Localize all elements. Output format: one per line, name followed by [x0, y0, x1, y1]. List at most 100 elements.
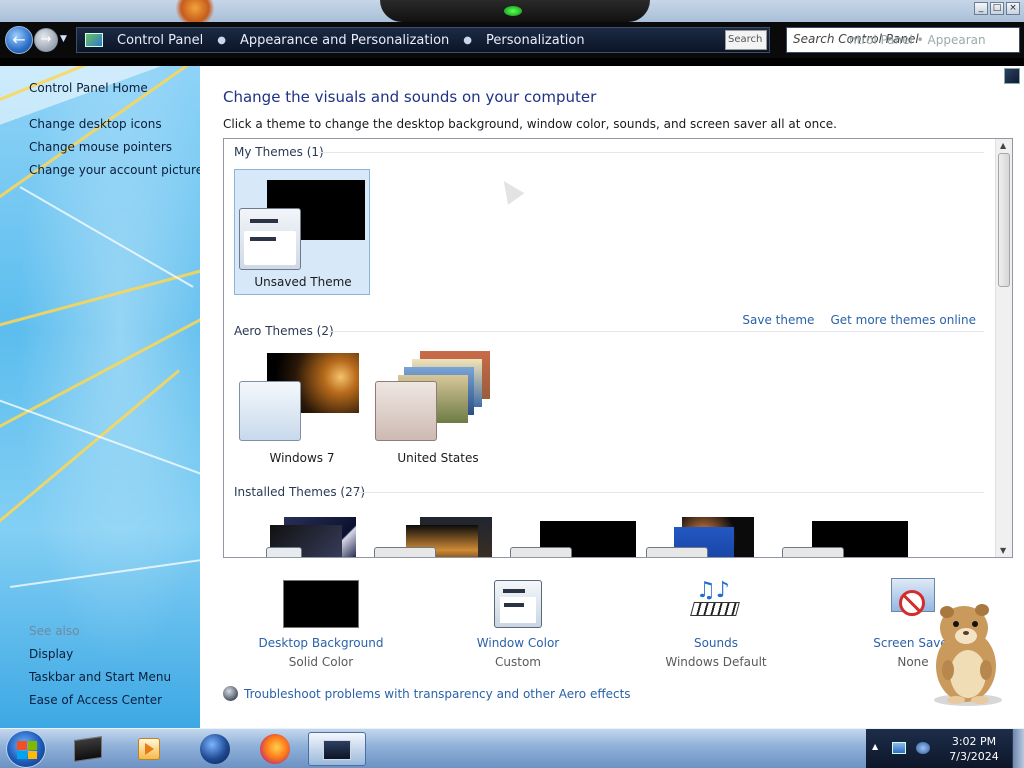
control-panel-home-link[interactable]: Control Panel Home [29, 81, 148, 95]
tile-value: Custom [495, 655, 541, 669]
save-theme-link[interactable]: Save theme [742, 313, 814, 327]
theme-window-preview [239, 208, 301, 270]
group-divider [319, 152, 984, 153]
breadcrumb-separator-icon[interactable]: ● [217, 35, 226, 46]
theme-list-scrollbar[interactable]: ▲ ▼ [995, 139, 1012, 557]
breadcrumb-personalization[interactable]: Personalization [486, 33, 585, 48]
breadcrumb-separator-icon[interactable]: ● [463, 35, 472, 46]
theme-actions: Save theme Get more themes online [742, 313, 976, 327]
media-player-icon[interactable] [126, 732, 170, 766]
tile-label[interactable]: Desktop Background [241, 636, 401, 650]
recent-pages-dropdown[interactable]: ▼ [60, 34, 67, 44]
search-input[interactable]: Search Control Panel ntrol Panel • Appea… [786, 27, 1020, 53]
group-heading-installed-themes: Installed Themes (27) [234, 485, 365, 499]
task-pane: Control Panel Home Change desktop icons … [0, 66, 200, 728]
theme-windows-7[interactable]: Windows 7 [234, 349, 370, 469]
change-mouse-pointers-link[interactable]: Change mouse pointers [29, 140, 172, 154]
group-heading-my-themes: My Themes (1) [234, 145, 324, 159]
theme-united-states[interactable]: United States [370, 349, 506, 469]
theme-installed-3[interactable] [506, 505, 642, 557]
theme-window-preview [782, 547, 844, 557]
forward-button[interactable]: → [34, 28, 58, 52]
breadcrumb-appearance[interactable]: Appearance and Personalization [240, 33, 449, 48]
group-divider [349, 492, 984, 493]
ease-of-access-link[interactable]: Ease of Access Center [29, 693, 162, 707]
window-controls: _ □ × [974, 2, 1020, 15]
command-prompt-icon[interactable] [66, 732, 110, 766]
control-panel-icon [85, 33, 103, 47]
sounds-icon: ♫♪ [636, 578, 796, 626]
page-title: Change the visuals and sounds on your co… [223, 88, 597, 106]
page-intro: Click a theme to change the desktop back… [223, 117, 837, 131]
desktop-background-icon [241, 578, 401, 628]
personalization-window-icon[interactable] [308, 732, 366, 766]
group-divider [329, 331, 984, 332]
window-color-tile[interactable]: Window Color Custom [438, 578, 598, 669]
wallpaper-streak [0, 369, 181, 539]
see-also-heading: See also [29, 624, 80, 638]
volume-icon[interactable] [916, 742, 930, 754]
scroll-down-icon[interactable]: ▼ [1000, 546, 1006, 555]
show-hidden-icons-icon[interactable]: ▲ [872, 742, 878, 751]
start-button[interactable] [6, 730, 46, 768]
get-more-themes-link[interactable]: Get more themes online [830, 313, 976, 327]
show-desktop-button[interactable] [1012, 729, 1024, 768]
desktop-background-tile[interactable]: Desktop Background Solid Color [241, 578, 401, 669]
group-heading-label: Aero Themes (2) [234, 324, 334, 338]
system-tray: ▲ 3:02 PM 7/3/2024 [866, 729, 1024, 768]
breadcrumb[interactable]: Control Panel ● Appearance and Personali… [76, 27, 770, 53]
taskbar-start-menu-link[interactable]: Taskbar and Start Menu [29, 670, 171, 684]
title-bar-notch [380, 0, 650, 22]
title-bar-decoration [175, 0, 219, 22]
display-link[interactable]: Display [29, 647, 73, 661]
window-color-icon [438, 578, 598, 628]
troubleshoot-link[interactable]: Troubleshoot problems with transparency … [223, 686, 631, 701]
hamster-mascot-icon [934, 604, 1002, 706]
scrollbar-thumb[interactable] [998, 153, 1010, 287]
theme-window-preview [646, 547, 708, 557]
indicator-light-icon [504, 6, 522, 16]
search-ghost-text: ntrol Panel • Appearan [849, 33, 986, 47]
tile-value: Windows Default [665, 655, 767, 669]
back-button[interactable]: ← [5, 26, 33, 54]
theme-window-preview [375, 381, 437, 441]
theme-label: United States [397, 451, 479, 465]
theme-installed-5[interactable] [778, 505, 914, 557]
globe-icon[interactable] [192, 732, 236, 766]
tile-value: Solid Color [288, 655, 354, 669]
theme-list[interactable]: My Themes (1) Unsaved Theme Save theme G… [223, 138, 1013, 558]
theme-unsaved[interactable]: Unsaved Theme [234, 169, 370, 295]
group-heading-aero-themes: Aero Themes (2) [234, 324, 334, 338]
windows-logo-icon [17, 741, 37, 759]
close-button[interactable]: × [1006, 2, 1020, 15]
wallpaper-streak [9, 555, 200, 588]
troubleshoot-label[interactable]: Troubleshoot problems with transparency … [244, 687, 631, 701]
scroll-up-icon[interactable]: ▲ [1000, 141, 1006, 150]
theme-installed-4[interactable] [642, 505, 778, 557]
wallpaper-streak [19, 186, 194, 288]
help-icon[interactable] [1004, 68, 1020, 84]
theme-label: Unsaved Theme [254, 275, 352, 289]
refresh-button[interactable]: Search [725, 30, 767, 50]
personalization-main: Change the visuals and sounds on your co… [200, 66, 1024, 728]
minimize-button[interactable]: _ [974, 2, 988, 15]
group-heading-label: My Themes (1) [234, 145, 324, 159]
system-clock[interactable]: 3:02 PM 7/3/2024 [944, 734, 1004, 764]
tile-label[interactable]: Window Color [438, 636, 598, 650]
change-desktop-icons-link[interactable]: Change desktop icons [29, 117, 162, 131]
theme-label: Windows 7 [269, 451, 335, 465]
window-title-bar: _ □ × [0, 0, 1024, 22]
theme-window-preview [239, 381, 301, 441]
firefox-icon[interactable] [252, 732, 296, 766]
theme-installed-2[interactable] [370, 505, 506, 557]
theme-installed-1[interactable] [234, 505, 370, 557]
taskbar: ▲ 3:02 PM 7/3/2024 [0, 728, 1024, 768]
sounds-tile[interactable]: ♫♪ Sounds Windows Default [636, 578, 796, 669]
maximize-button[interactable]: □ [990, 2, 1004, 15]
address-bar: ← → ▼ Control Panel ● Appearance and Per… [0, 22, 1024, 58]
change-account-picture-link[interactable]: Change your account picture [29, 163, 200, 177]
theme-window-preview [374, 547, 436, 557]
tile-label[interactable]: Sounds [636, 636, 796, 650]
network-icon[interactable] [892, 742, 906, 754]
breadcrumb-control-panel[interactable]: Control Panel [117, 33, 203, 48]
